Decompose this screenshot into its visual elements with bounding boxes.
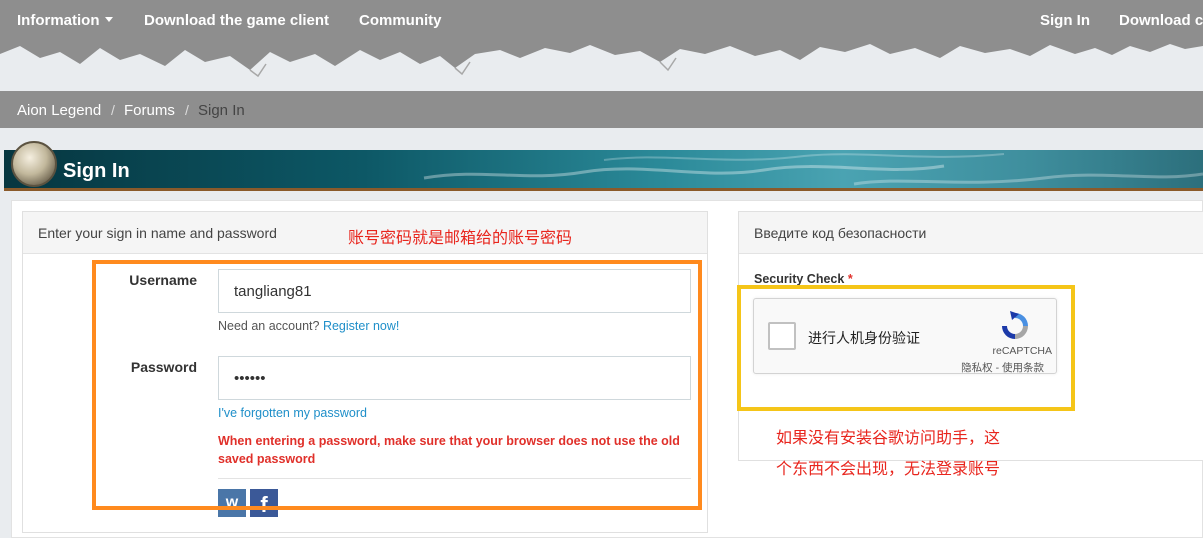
annotation-highlight-orange <box>92 260 702 510</box>
required-mark: * <box>847 272 853 286</box>
breadcrumb-forums[interactable]: Forums <box>124 102 175 119</box>
breadcrumb: Aion Legend / Forums / Sign In <box>0 91 1203 128</box>
top-nav: Information Download the game client Com… <box>0 0 1203 42</box>
annotation-credentials: 账号密码就是邮箱给的账号密码 <box>348 230 573 247</box>
security-check-label: Security Check * <box>754 272 853 286</box>
nav-information[interactable]: Information <box>17 12 113 29</box>
breadcrumb-home[interactable]: Aion Legend <box>17 102 101 119</box>
title-banner: Sign In <box>4 150 1203 190</box>
annotation-captcha-line2: 个东西不会出现，无法登录账号 <box>776 461 1001 478</box>
wave-decoration <box>423 153 1203 186</box>
breadcrumb-current: Sign In <box>198 102 245 119</box>
nav-download[interactable]: Download the game client <box>144 12 329 29</box>
security-block-header: Введите код безопасности <box>739 212 1203 254</box>
aion-emblem-icon <box>11 141 57 187</box>
nav-download-right[interactable]: Download c <box>1119 12 1203 29</box>
security-check-text: Security Check <box>754 272 845 286</box>
nav-information-label: Information <box>17 12 100 29</box>
page-title: Sign In <box>63 160 130 182</box>
breadcrumb-separator: / <box>185 102 189 118</box>
breadcrumb-separator: / <box>111 102 115 118</box>
chevron-down-icon <box>104 17 113 22</box>
annotation-highlight-yellow <box>737 285 1075 411</box>
nav-sign-in[interactable]: Sign In <box>1040 12 1090 29</box>
banner-underline <box>4 188 1203 191</box>
torn-edge-decoration <box>0 40 1203 78</box>
nav-community[interactable]: Community <box>359 12 442 29</box>
security-block-title: Введите код безопасности <box>754 225 927 241</box>
annotation-captcha-line1: 如果没有安装谷歌访问助手，这 <box>776 430 1001 447</box>
login-block-title: Enter your sign in name and password <box>38 225 277 241</box>
